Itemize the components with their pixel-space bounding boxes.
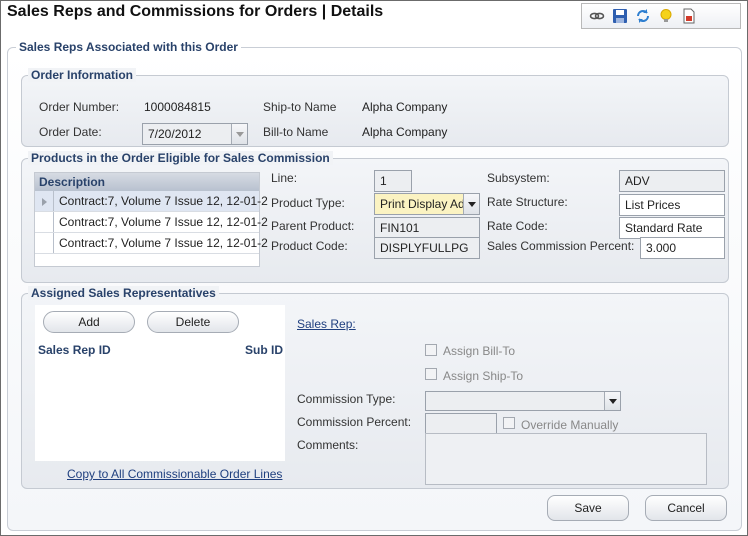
line-value: 1: [380, 174, 387, 188]
document-icon[interactable]: [680, 8, 697, 25]
bill-to-value: Alpha Company: [362, 125, 448, 139]
sales-rep-list: Sales Rep ID Sub ID: [35, 341, 285, 461]
comments-label: Comments:: [297, 438, 359, 452]
bill-to-label: Bill-to Name: [263, 125, 329, 139]
rate-structure-field[interactable]: List Prices: [619, 194, 725, 216]
row-pointer-icon: [42, 198, 47, 206]
chevron-down-icon[interactable]: [463, 194, 479, 214]
product-type-value: Print Display Ad: [380, 197, 465, 211]
comments-textarea[interactable]: [425, 433, 707, 485]
order-date-value: 7/20/2012: [148, 127, 202, 141]
ship-to-label: Ship-to Name: [263, 100, 337, 114]
assign-bill-to-label: Assign Bill-To: [443, 344, 516, 358]
refresh-icon[interactable]: [634, 8, 651, 25]
ship-to-value: Alpha Company: [362, 100, 448, 114]
subsystem-label: Subsystem:: [487, 171, 550, 185]
product-code-field: DISPLYFULLPG: [374, 237, 480, 259]
outer-legend: Sales Reps Associated with this Order: [16, 40, 241, 54]
product-code-label: Product Code:: [271, 239, 348, 253]
products-legend: Products in the Order Eligible for Sales…: [28, 151, 333, 165]
order-number-value: 1000084815: [144, 100, 211, 114]
commission-percent-label: Sales Commission Percent:: [487, 239, 635, 253]
rate-code-field[interactable]: Standard Rate: [619, 217, 725, 239]
dialog-window: Sales Reps and Commissions for Orders | …: [0, 0, 748, 536]
delete-button[interactable]: Delete: [147, 311, 239, 333]
commission-type-label: Commission Type:: [297, 392, 396, 406]
order-date-field[interactable]: 7/20/2012: [142, 123, 248, 145]
add-button[interactable]: Add: [43, 311, 135, 333]
sales-rep-link[interactable]: Sales Rep:: [297, 317, 356, 331]
parent-product-value: FIN101: [380, 221, 420, 235]
title-bar: Sales Reps and Commissions for Orders | …: [1, 1, 747, 37]
commission-type-select[interactable]: [425, 391, 621, 411]
cancel-button[interactable]: Cancel: [645, 495, 727, 521]
rate-structure-value: List Prices: [625, 198, 681, 212]
commission-percent-label-2: Commission Percent:: [297, 415, 412, 429]
sales-commission-percent-value: 3.000: [646, 241, 677, 255]
row-description: Contract:7, Volume 7 Issue 12, 12-01-2: [53, 212, 268, 232]
line-field: 1: [374, 170, 412, 192]
product-type-select[interactable]: Print Display Ad: [374, 193, 480, 215]
grid-header-description: Description: [35, 173, 259, 191]
assign-ship-to-checkbox[interactable]: [425, 368, 437, 380]
override-manually-checkbox[interactable]: [503, 417, 515, 429]
rate-code-label: Rate Code:: [487, 219, 548, 233]
table-row[interactable]: Contract:7, Volume 7 Issue 12, 12-01-2: [35, 233, 268, 254]
lightbulb-icon[interactable]: [657, 8, 674, 25]
row-description: Contract:7, Volume 7 Issue 12, 12-01-2: [53, 191, 268, 211]
commission-percent-input[interactable]: [425, 413, 497, 434]
parent-product-label: Parent Product:: [271, 219, 355, 233]
subsystem-field: ADV: [619, 170, 725, 192]
table-row[interactable]: Contract:7, Volume 7 Issue 12, 12-01-2: [35, 212, 268, 233]
rate-structure-label: Rate Structure:: [487, 195, 568, 209]
row-description: Contract:7, Volume 7 Issue 12, 12-01-2: [53, 233, 268, 253]
order-information-legend: Order Information: [28, 68, 137, 82]
order-number-label: Order Number:: [39, 100, 120, 114]
parent-product-field: FIN101: [374, 217, 480, 239]
copy-to-all-link[interactable]: Copy to All Commissionable Order Lines: [67, 467, 282, 481]
order-date-label: Order Date:: [39, 125, 102, 139]
toolbar: [581, 3, 741, 29]
save-icon[interactable]: [611, 8, 628, 25]
assign-ship-to-label: Assign Ship-To: [443, 369, 524, 383]
product-code-value: DISPLYFULLPG: [380, 241, 469, 255]
rate-code-value: Standard Rate: [625, 221, 703, 235]
save-button[interactable]: Save: [547, 495, 629, 521]
chevron-down-icon[interactable]: [231, 124, 247, 144]
override-manually-label: Override Manually: [521, 418, 619, 432]
chevron-down-icon[interactable]: [604, 392, 620, 410]
col-sub-id: Sub ID: [245, 343, 283, 357]
assigned-reps-legend: Assigned Sales Representatives: [28, 286, 219, 300]
product-type-label: Product Type:: [271, 196, 345, 210]
sales-commission-percent-field[interactable]: 3.000: [640, 237, 725, 259]
line-label: Line:: [271, 171, 298, 185]
assign-bill-to-checkbox[interactable]: [425, 344, 437, 356]
products-grid: Description Contract:7, Volume 7 Issue 1…: [34, 172, 268, 267]
subsystem-value: ADV: [625, 174, 650, 188]
table-row[interactable]: Contract:7, Volume 7 Issue 12, 12-01-2: [35, 191, 268, 212]
link-icon[interactable]: [588, 8, 605, 25]
page-title: Sales Reps and Commissions for Orders | …: [7, 3, 384, 20]
